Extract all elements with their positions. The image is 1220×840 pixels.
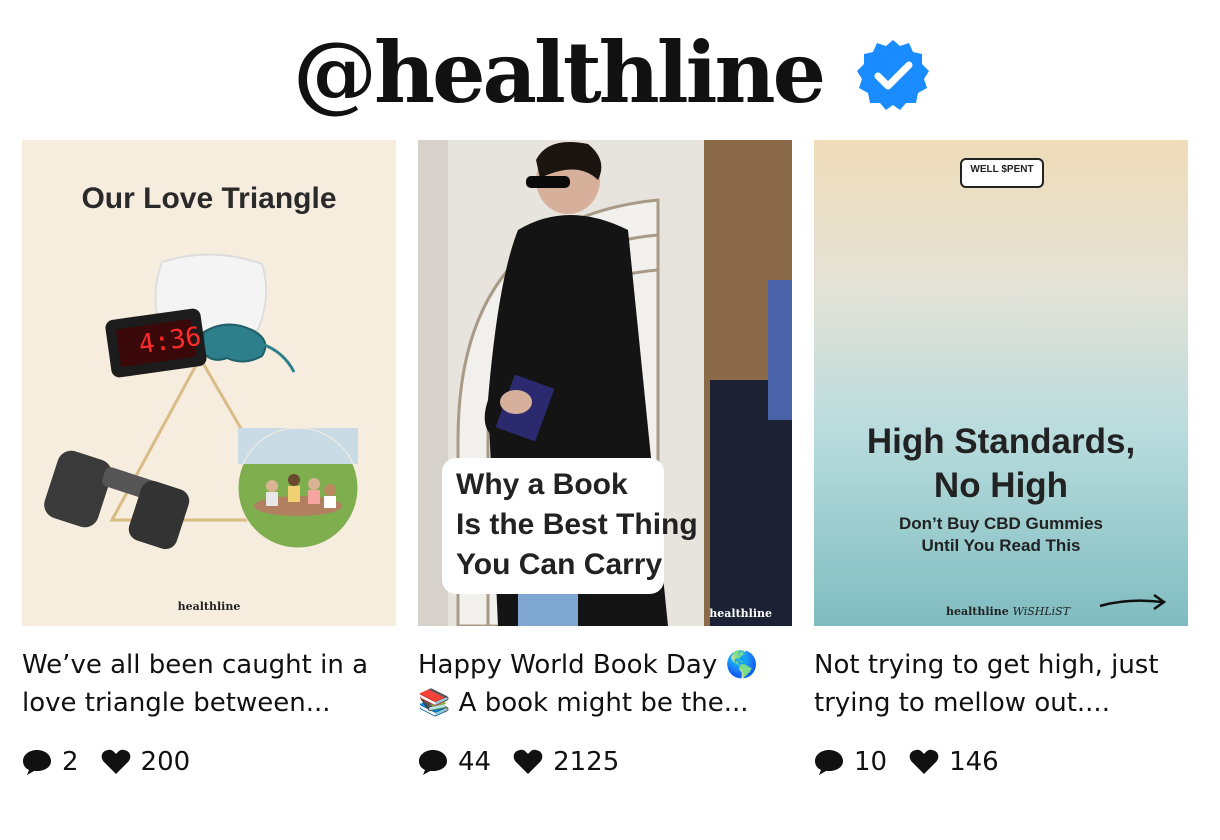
brand-watermark: healthline bbox=[709, 607, 772, 620]
caption-line: trying to mellow out.... bbox=[814, 688, 1110, 718]
post-card[interactable]: Our Love Triangle 4:36 healthline We’ve … bbox=[22, 140, 396, 777]
post-caption[interactable]: We’ve all been caught in a love triangle… bbox=[22, 646, 396, 722]
post-card[interactable]: Why a Book Is the Best Thing You Can Car… bbox=[418, 140, 792, 777]
like-count: 200 bbox=[140, 747, 191, 777]
brand-watermark: healthline bbox=[177, 600, 241, 613]
well-spent-tag-label: WELL $PENT bbox=[970, 164, 1034, 175]
post-thumbnail[interactable]: Our Love Triangle 4:36 healthline bbox=[22, 140, 396, 626]
comment-icon bbox=[815, 750, 843, 775]
image-headline-line: You Can Carry bbox=[456, 548, 663, 581]
post-thumbnail[interactable]: Why a Book Is the Best Thing You Can Car… bbox=[418, 140, 792, 626]
post-thumbnail[interactable]: WELL $PENT High Standards, No High Don’t… bbox=[814, 140, 1188, 626]
love-triangle-illustration bbox=[44, 253, 359, 550]
heart-icon bbox=[101, 749, 130, 774]
brand-suffix: WiSHLiST bbox=[1012, 605, 1071, 618]
likes-stat[interactable]: 146 bbox=[909, 747, 999, 777]
verified-badge-icon bbox=[857, 40, 929, 110]
post-stats: 2 200 bbox=[22, 742, 212, 782]
likes-stat[interactable]: 2125 bbox=[513, 747, 619, 777]
caption-line: Not trying to get high, just bbox=[814, 650, 1159, 680]
image-headline-line: Is the Best Thing bbox=[456, 508, 698, 541]
post-caption[interactable]: Happy World Book Day 🌎 📚 A book might be… bbox=[418, 646, 792, 722]
heart-icon bbox=[513, 749, 543, 774]
comments-stat[interactable]: 44 bbox=[418, 747, 491, 777]
comments-stat[interactable]: 2 bbox=[22, 747, 79, 777]
caption-line: love triangle between... bbox=[22, 688, 331, 718]
arrow-right-icon bbox=[1099, 593, 1167, 611]
post-stats: 44 2125 bbox=[418, 742, 641, 782]
comment-count: 2 bbox=[62, 747, 79, 777]
image-subheadline-line: Don’t Buy CBD Gummies bbox=[898, 514, 1104, 533]
post-stats: 10 146 bbox=[814, 742, 1021, 782]
post-card[interactable]: WELL $PENT High Standards, No High Don’t… bbox=[814, 140, 1188, 777]
image-headline: Our Love Triangle bbox=[81, 182, 337, 215]
comment-icon bbox=[23, 750, 51, 775]
caption-line: Happy World Book Day 🌎 bbox=[418, 650, 758, 680]
image-headline-line: High Standards, bbox=[866, 422, 1136, 461]
image-headline-line: Why a Book bbox=[456, 468, 628, 501]
comment-count: 10 bbox=[854, 747, 888, 777]
image-subheadline-line: Until You Read This bbox=[921, 536, 1081, 555]
brand-watermark: healthline WiSHLiST bbox=[946, 605, 1070, 618]
comment-count: 44 bbox=[458, 747, 492, 777]
comments-stat[interactable]: 10 bbox=[814, 747, 887, 777]
likes-stat[interactable]: 200 bbox=[101, 747, 191, 777]
comment-icon bbox=[419, 750, 447, 775]
like-count: 146 bbox=[949, 747, 999, 777]
caption-line: We’ve all been caught in a bbox=[22, 650, 369, 680]
image-headline-line: No High bbox=[933, 466, 1069, 505]
post-caption[interactable]: Not trying to get high, just trying to m… bbox=[814, 646, 1188, 722]
caption-line: 📚 A book might be the... bbox=[418, 688, 749, 718]
like-count: 2125 bbox=[553, 747, 620, 777]
heart-icon bbox=[909, 749, 939, 774]
brand-name: healthline bbox=[946, 605, 1009, 618]
profile-handle[interactable]: @healthline bbox=[293, 18, 826, 128]
profile-header: @healthline bbox=[0, 0, 1220, 140]
